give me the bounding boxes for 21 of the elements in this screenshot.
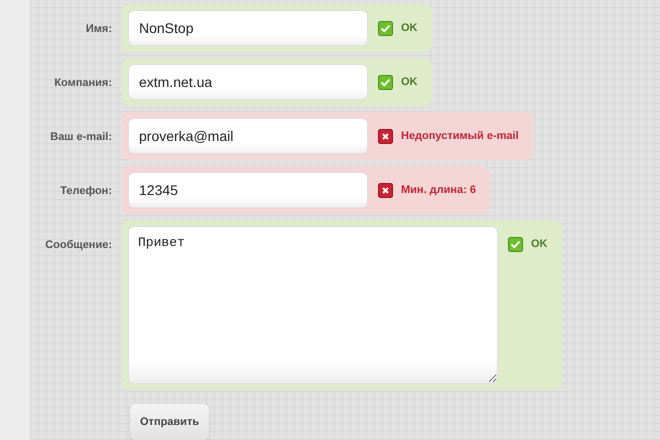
input-field[interactable]: NonStop	[128, 10, 368, 46]
input-field[interactable]: extm.net.ua	[128, 64, 368, 100]
validation-message: OK	[531, 237, 548, 252]
input-field[interactable]: 12345	[128, 172, 368, 208]
submit-button[interactable]: Отправить	[130, 404, 210, 440]
field-label: Имя:	[84, 22, 112, 37]
field-label: Телефон:	[59, 184, 112, 199]
checkmark-icon	[378, 74, 393, 90]
checkmark-icon	[378, 20, 393, 36]
validation-message: Мин. длина: 6	[401, 183, 476, 198]
close-icon	[378, 128, 393, 144]
checkmark-icon	[508, 236, 523, 252]
field-label: Компания:	[53, 76, 112, 91]
message-textarea[interactable]: Привет	[128, 226, 498, 384]
validation-message: Недопустимый e-mail	[401, 129, 519, 144]
validation-message: OK	[401, 21, 418, 36]
close-icon	[378, 182, 393, 198]
field-label: Ваш e-mail:	[49, 130, 112, 145]
validation-message: OK	[401, 75, 418, 90]
field-label: Сообщение:	[44, 238, 112, 253]
input-field[interactable]: proverka@mail	[128, 118, 368, 154]
